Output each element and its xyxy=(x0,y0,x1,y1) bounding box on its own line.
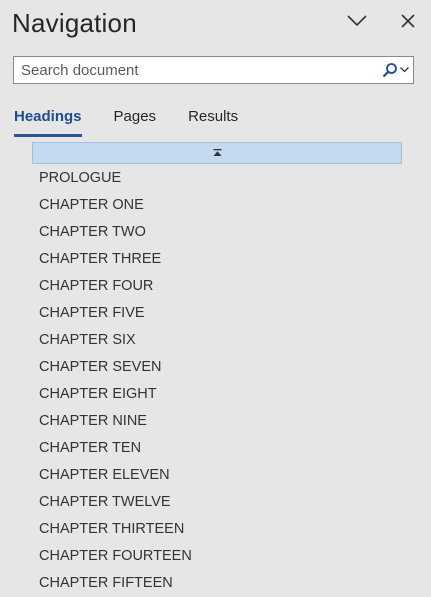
heading-item[interactable]: CHAPTER TEN xyxy=(0,435,431,462)
heading-item[interactable]: CHAPTER SEVEN xyxy=(0,354,431,381)
tab-headings[interactable]: Headings xyxy=(14,104,82,138)
collapse-all-icon xyxy=(213,149,221,156)
nav-tabs: Headings Pages Results xyxy=(14,104,270,138)
chevron-down-icon xyxy=(347,15,367,27)
heading-item[interactable]: CHAPTER THIRTEEN xyxy=(0,516,431,543)
heading-item[interactable]: CHAPTER FIFTEEN xyxy=(0,570,431,597)
close-pane-button[interactable] xyxy=(396,9,420,33)
heading-item[interactable]: CHAPTER EIGHT xyxy=(0,381,431,408)
search-icon xyxy=(382,63,397,78)
heading-item[interactable]: CHAPTER SIX xyxy=(0,327,431,354)
chevron-down-icon xyxy=(399,67,409,73)
search-button[interactable] xyxy=(379,59,411,81)
search-box xyxy=(13,56,414,84)
heading-item[interactable]: CHAPTER TWELVE xyxy=(0,489,431,516)
heading-item[interactable]: CHAPTER NINE xyxy=(0,408,431,435)
headings-list: PROLOGUE CHAPTER ONE CHAPTER TWO CHAPTER… xyxy=(0,165,431,597)
tab-results[interactable]: Results xyxy=(188,104,238,138)
pane-title: Navigation xyxy=(12,8,137,38)
heading-item[interactable]: CHAPTER FOUR xyxy=(0,273,431,300)
tab-pages[interactable]: Pages xyxy=(114,104,157,138)
close-icon xyxy=(401,14,415,28)
heading-item[interactable]: CHAPTER TWO xyxy=(0,219,431,246)
heading-item[interactable]: CHAPTER FIVE xyxy=(0,300,431,327)
pane-options-button[interactable] xyxy=(345,9,369,33)
search-input[interactable] xyxy=(14,57,374,83)
heading-item[interactable]: PROLOGUE xyxy=(0,165,431,192)
heading-item[interactable]: CHAPTER FOURTEEN xyxy=(0,543,431,570)
heading-item[interactable]: CHAPTER ONE xyxy=(0,192,431,219)
heading-item[interactable]: CHAPTER THREE xyxy=(0,246,431,273)
collapse-all-bar[interactable] xyxy=(32,142,402,164)
heading-item[interactable]: CHAPTER ELEVEN xyxy=(0,462,431,489)
